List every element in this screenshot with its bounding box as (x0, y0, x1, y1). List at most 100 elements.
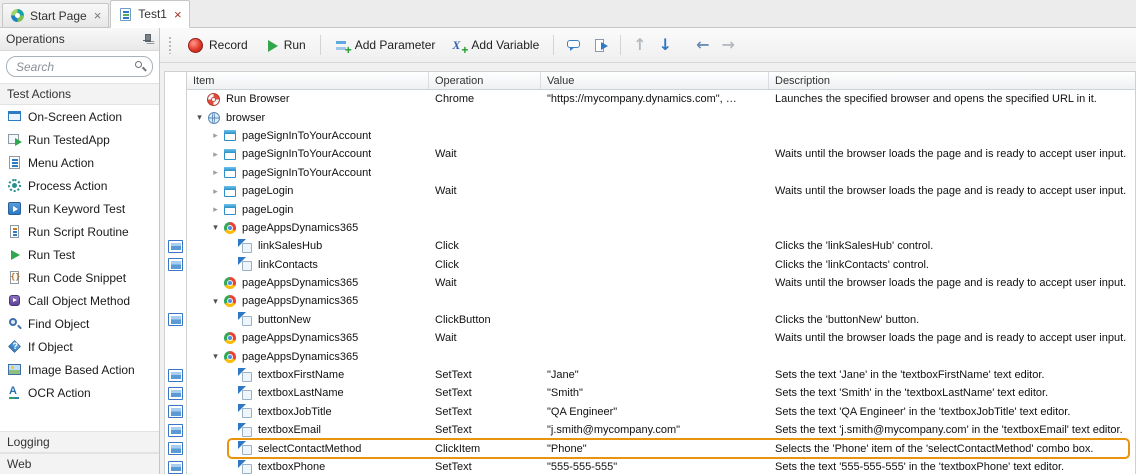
visualizer-thumbnail-cell[interactable] (165, 439, 186, 457)
visualizer-thumbnail-cell[interactable] (165, 421, 186, 439)
sidebar-item-run-keyword-test[interactable]: Run Keyword Test (0, 197, 159, 220)
sidebar-item-process-action[interactable]: Process Action (0, 174, 159, 197)
test-step-row[interactable]: pageAppsDynamics365WaitWaits until the b… (187, 329, 1135, 347)
sidebar-item-image-based-action[interactable]: Image Based Action (0, 358, 159, 381)
test-step-row[interactable]: ▸pageSignInToYourAccount (187, 164, 1135, 182)
visualizer-thumbnail-cell[interactable] (165, 384, 186, 402)
visualizer-thumbnail-cell[interactable] (165, 237, 186, 255)
item-label: linkContacts (258, 259, 318, 271)
visualizer-thumbnail-cell[interactable] (165, 256, 186, 274)
item-cell: textboxEmail (187, 423, 429, 438)
test-step-row[interactable]: textboxFirstNameSetText"Jane"Sets the te… (187, 366, 1135, 384)
expand-expander-icon[interactable]: ▸ (209, 187, 222, 196)
move-down-button[interactable]: ↓ (654, 34, 677, 56)
visualizer-thumbnail-icon[interactable] (168, 313, 184, 327)
close-tab-icon[interactable]: × (94, 9, 102, 22)
test-step-row[interactable]: ▸pageSignInToYourAccount (187, 127, 1135, 145)
visualizer-empty-cell (165, 329, 186, 347)
tree-indent (193, 467, 225, 468)
pin-icon[interactable] (141, 33, 153, 46)
visualizer-thumbnail-icon[interactable] (168, 258, 184, 272)
tab-test1[interactable]: Test1 × (110, 0, 189, 28)
test-step-row[interactable]: Run BrowserChrome"https://mycompany.dyna… (187, 90, 1135, 108)
visualizer-thumbnail-cell[interactable] (165, 403, 186, 421)
add-parameter-button[interactable]: Add Parameter (328, 35, 443, 56)
visualizer-thumbnail-icon[interactable] (168, 368, 184, 382)
collapse-expander-icon[interactable]: ▾ (193, 113, 206, 122)
test-step-row[interactable]: textboxJobTitleSetText"QA Engineer"Sets … (187, 403, 1135, 421)
operation-cell: SetText (429, 369, 541, 381)
collapse-expander-icon[interactable]: ▾ (209, 352, 222, 361)
expand-expander-icon[interactable]: ▸ (209, 168, 222, 177)
test-step-row[interactable]: linkContactsClickClicks the 'linkContact… (187, 256, 1135, 274)
group-header-logging[interactable]: Logging (0, 431, 159, 453)
sidebar-item-ocr-action[interactable]: OCR Action (0, 381, 159, 404)
move-left-icon: ← (696, 37, 709, 53)
test-step-row[interactable]: ▾pageAppsDynamics365 (187, 219, 1135, 237)
expand-expander-icon[interactable]: ▸ (209, 131, 222, 140)
test-step-row[interactable]: ▸pageLoginWaitWaits until the browser lo… (187, 182, 1135, 200)
expand-expander-icon[interactable]: ▸ (209, 150, 222, 159)
move-left-button[interactable]: ← (691, 34, 714, 56)
collapse-expander-icon[interactable]: ▾ (209, 297, 222, 306)
test-step-row[interactable]: pageAppsDynamics365WaitWaits until the b… (187, 274, 1135, 292)
test-step-row[interactable]: ▾pageAppsDynamics365 (187, 292, 1135, 310)
sidebar-item-find-object[interactable]: Find Object (0, 312, 159, 335)
sidebar-item-run-script-routine[interactable]: Run Script Routine (0, 220, 159, 243)
test-step-row[interactable]: ▾browser (187, 108, 1135, 126)
toolbar-grip[interactable] (168, 36, 173, 54)
visualizer-thumbnail-cell[interactable] (165, 458, 186, 474)
group-label: Logging (7, 435, 50, 449)
sidebar-item-menu-action[interactable]: Menu Action (0, 151, 159, 174)
move-right-button[interactable]: → (716, 34, 739, 56)
group-header-web[interactable]: Web (0, 453, 159, 474)
add-checkpoint-button[interactable] (588, 35, 613, 56)
description-cell: Waits until the browser loads the page a… (769, 148, 1135, 160)
call-object-method-icon (7, 293, 22, 308)
item-label: selectContactMethod (258, 443, 361, 455)
add-variable-label: Add Variable (471, 38, 539, 52)
test-step-row[interactable]: textboxLastNameSetText"Smith"Sets the te… (187, 384, 1135, 402)
sidebar-item-run-test[interactable]: Run Test (0, 243, 159, 266)
add-comment-button[interactable] (561, 35, 586, 56)
record-button[interactable]: Record (180, 34, 255, 57)
tree-indent (193, 264, 225, 265)
sidebar-item-on-screen-action[interactable]: On-Screen Action (0, 105, 159, 128)
test-step-row[interactable]: ▾pageAppsDynamics365 (187, 347, 1135, 365)
group-header-test-actions[interactable]: Test Actions (0, 83, 159, 105)
sidebar-item-if-object[interactable]: If Object (0, 335, 159, 358)
test-step-row[interactable]: textboxPhoneSetText"555-555-555"Sets the… (187, 458, 1135, 474)
search-input[interactable] (6, 56, 153, 77)
collapse-expander-icon[interactable]: ▾ (209, 223, 222, 232)
action-icon (238, 404, 253, 419)
visualizer-thumbnail-icon[interactable] (168, 460, 184, 474)
visualizer-thumbnail-icon[interactable] (168, 423, 184, 437)
search-area (0, 51, 159, 83)
expand-expander-icon[interactable]: ▸ (209, 205, 222, 214)
move-right-icon: → (721, 37, 734, 53)
test-step-row[interactable]: buttonNewClickButtonClicks the 'buttonNe… (187, 311, 1135, 329)
sidebar-item-run-testedapp[interactable]: Run TestedApp (0, 128, 159, 151)
test-step-row[interactable]: ▸pageLogin (187, 200, 1135, 218)
visualizer-thumbnail-icon[interactable] (168, 239, 184, 253)
move-up-button[interactable]: ↑ (628, 34, 651, 56)
run-button[interactable]: Run (257, 35, 313, 56)
visualizer-thumbnail-cell[interactable] (165, 311, 186, 329)
tab-start-page[interactable]: Start Page × (2, 3, 109, 27)
visualizer-thumbnail-cell[interactable] (165, 366, 186, 384)
operation-cell: Wait (429, 185, 541, 197)
visualizer-thumbnail-icon[interactable] (168, 405, 184, 419)
test-step-row[interactable]: ▸pageSignInToYourAccountWaitWaits until … (187, 145, 1135, 163)
tree-indent (193, 246, 225, 247)
test-step-row[interactable]: textboxEmailSetText"j.smith@mycompany.co… (187, 421, 1135, 439)
tree-indent (193, 338, 209, 339)
action-icon (238, 441, 253, 456)
sidebar-item-run-code-snippet[interactable]: Run Code Snippet (0, 266, 159, 289)
test-step-row[interactable]: linkSalesHubClickClicks the 'linkSalesHu… (187, 237, 1135, 255)
visualizer-thumbnail-icon[interactable] (168, 386, 184, 400)
sidebar-item-call-object-method[interactable]: Call Object Method (0, 289, 159, 312)
close-tab-icon[interactable]: × (174, 8, 182, 21)
visualizer-thumbnail-icon[interactable] (168, 442, 184, 456)
test-step-row[interactable]: selectContactMethodClickItem"Phone"Selec… (187, 439, 1135, 457)
add-variable-button[interactable]: Add Variable (444, 35, 546, 56)
